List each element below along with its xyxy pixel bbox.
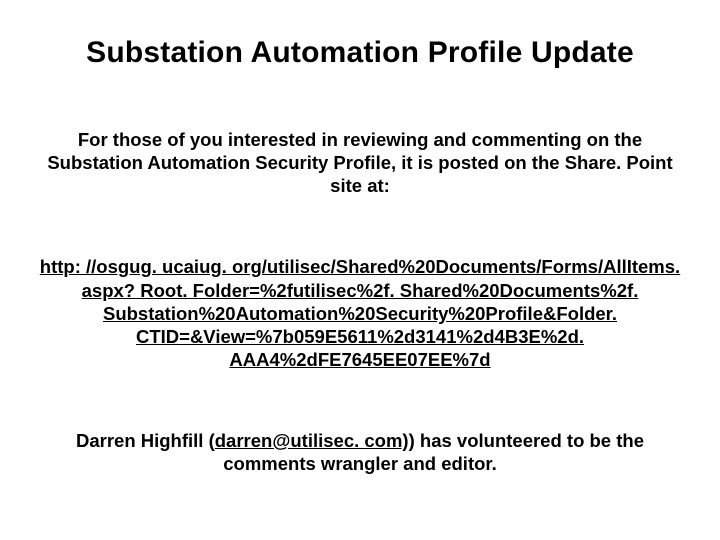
intro-text: For those of you interested in reviewing…	[40, 128, 680, 197]
footer-email-link[interactable]: darren@utilisec. com)	[215, 430, 409, 451]
footer-prefix: Darren Highfill (	[76, 430, 215, 451]
slide-title: Substation Automation Profile Update	[28, 36, 692, 70]
footer-text: Darren Highfill (darren@utilisec. com)) …	[40, 429, 680, 475]
sharepoint-link[interactable]: http: //osgug. ucaiug. org/utilisec/Shar…	[28, 255, 692, 371]
slide: Substation Automation Profile Update For…	[0, 0, 720, 540]
